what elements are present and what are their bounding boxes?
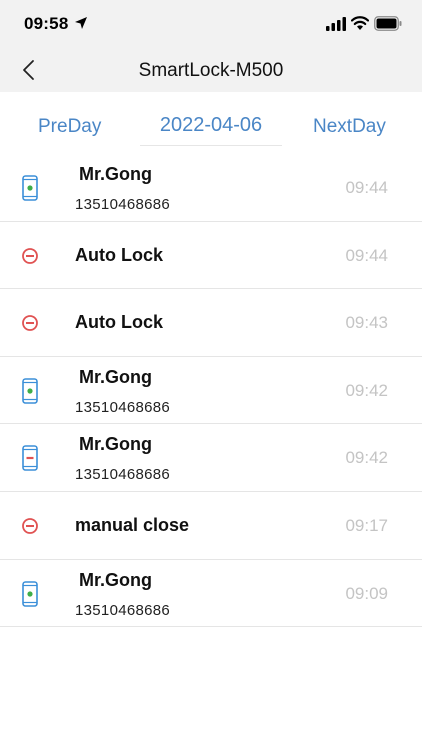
record-time: 09:44 (345, 178, 388, 197)
record-list: Mr.Gong 13510468686 09:44 Auto Lock 09:4… (0, 154, 422, 628)
status-time: 09:58 (24, 14, 69, 33)
record-phone-number: 13510468686 (75, 601, 171, 619)
record-user-name: Mr.Gong (79, 164, 152, 184)
cellular-signal-icon (326, 17, 346, 31)
location-arrow-icon (75, 17, 87, 29)
status-bar: 09:58 (0, 0, 422, 48)
lock-icon (22, 315, 38, 332)
phone-unlock-icon (22, 580, 38, 607)
record-row[interactable]: Mr.Gong 13510468686 09:42 (0, 356, 422, 425)
lock-icon (22, 247, 38, 264)
nav-bar: SmartLock-M500 (0, 48, 422, 92)
wifi-icon (351, 16, 369, 30)
current-date-label[interactable]: 2022-04-06 (140, 114, 282, 146)
record-time: 09:09 (345, 583, 388, 603)
record-event-title: Auto Lock (75, 244, 163, 265)
record-time: 09:42 (345, 380, 388, 400)
previous-day-button[interactable]: PreDay (38, 116, 101, 138)
page-title: SmartLock-M500 (138, 60, 284, 81)
record-phone-number: 13510468686 (75, 196, 171, 213)
record-row[interactable]: manual close 09:17 (0, 491, 422, 560)
record-event-title: Auto Lock (75, 312, 163, 333)
record-row[interactable]: Mr.Gong 13510468686 09:09 (0, 559, 422, 628)
record-user-name: Mr.Gong (79, 434, 152, 455)
record-user-name: Mr.Gong (79, 569, 152, 590)
record-row[interactable]: Auto Lock 09:44 (0, 221, 422, 290)
next-day-button[interactable]: NextDay (313, 116, 386, 138)
record-row[interactable]: Mr.Gong 13510468686 09:44 (0, 154, 422, 222)
record-phone-number: 13510468686 (75, 398, 171, 416)
phone-lock-icon (22, 445, 38, 472)
date-switcher: PreDay 2022-04-06 NextDay (0, 92, 422, 154)
record-phone-number: 13510468686 (75, 466, 171, 484)
record-user-name: Mr.Gong (79, 366, 152, 387)
record-time: 09:42 (345, 448, 388, 468)
record-time: 09:17 (345, 515, 388, 535)
record-row[interactable]: Mr.Gong 13510468686 09:42 (0, 424, 422, 492)
phone-unlock-icon (22, 175, 38, 201)
record-event-title: manual close (75, 514, 190, 535)
lock-icon (22, 518, 38, 534)
battery-icon (374, 16, 402, 31)
phone-unlock-icon (22, 377, 38, 404)
record-row[interactable]: Auto Lock 09:43 (0, 289, 422, 357)
record-time: 09:43 (345, 313, 388, 333)
record-time: 09:44 (345, 245, 388, 265)
